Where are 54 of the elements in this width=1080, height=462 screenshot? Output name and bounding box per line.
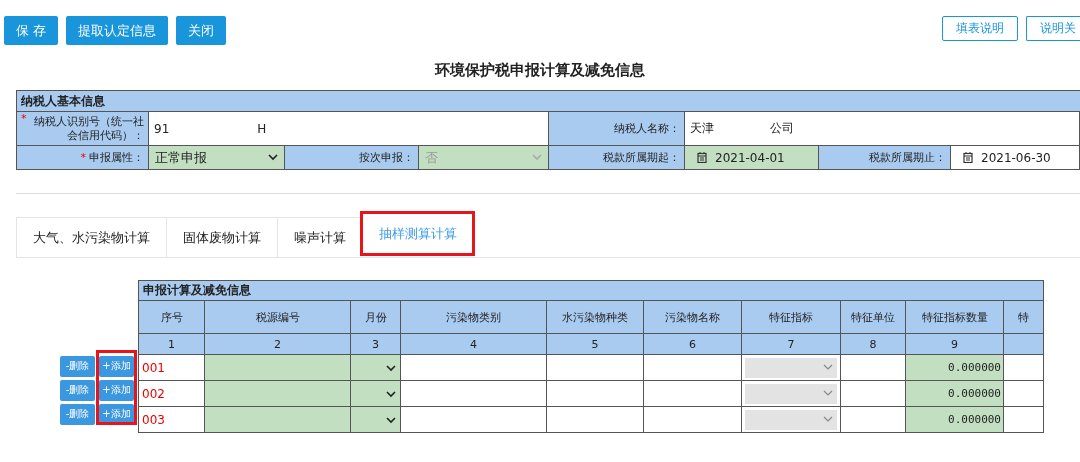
add-button[interactable]: +添加	[99, 379, 134, 401]
toolbar-button[interactable]: 提取认定信息	[66, 16, 169, 45]
chevron-icon	[823, 416, 833, 423]
input-field[interactable]	[204, 380, 351, 407]
chevron-icon	[268, 154, 278, 161]
column-header: 序号	[138, 300, 205, 334]
row-number: 002	[138, 380, 205, 407]
field-label: 税款所属期起：	[549, 146, 685, 169]
quantity-field[interactable]: 0.000000	[905, 380, 1004, 407]
section-heading: 申报计算及减免信息	[138, 280, 1044, 301]
delete-button[interactable]: -删除	[60, 403, 95, 425]
add-button[interactable]: +添加	[99, 403, 134, 425]
add-button[interactable]: +添加	[99, 355, 134, 377]
date-field[interactable]: 2021-04-01	[685, 146, 819, 169]
delete-button[interactable]: -删除	[60, 379, 95, 401]
tab[interactable]: 大气、水污染物计算	[16, 217, 166, 257]
chevron-icon	[386, 364, 396, 372]
row-number: 003	[138, 406, 205, 433]
column-header: 污染物类别	[400, 300, 547, 334]
tab[interactable]: 固体废物计算	[166, 217, 277, 257]
toolbar-button[interactable]: 关闭	[176, 16, 227, 45]
field-label: 纳税人名称：	[549, 112, 685, 145]
input-field[interactable]	[204, 354, 351, 381]
column-header: 特征指标数量	[905, 300, 1004, 334]
tab[interactable]: 抽样测算计算	[362, 213, 473, 254]
field-label: * 纳税人识别号（统一社会信用代码）：	[17, 112, 149, 145]
page-title: 环境保护税申报计算及减免信息	[433, 61, 646, 80]
delete-button[interactable]: -删除	[60, 355, 95, 377]
column-number: 1	[138, 333, 205, 355]
section-heading: 纳税人基本信息	[17, 91, 1080, 112]
chevron-icon	[532, 154, 542, 161]
chevron-icon	[386, 416, 396, 424]
column-header: 特征单位	[840, 300, 906, 334]
row-number: 001	[138, 354, 205, 381]
column-header: 月份	[350, 300, 401, 334]
declare-type-select[interactable]: 正常申报	[149, 146, 285, 169]
chevron-icon	[386, 390, 396, 398]
help-button[interactable]: 说明关	[1026, 16, 1080, 41]
input-field[interactable]	[204, 406, 351, 433]
toolbar-button[interactable]: 保 存	[4, 16, 59, 45]
field-label: * 申报属性：	[17, 146, 149, 169]
help-button[interactable]: 填表说明	[942, 16, 1018, 41]
chevron-icon	[823, 364, 833, 371]
column-header: 水污染物种类	[546, 300, 644, 334]
chevron-icon	[823, 390, 833, 397]
column-header: 特征指标	[741, 300, 841, 334]
column-header: 污染物名称	[643, 300, 742, 334]
column-header: 税源编号	[204, 300, 351, 334]
quantity-field[interactable]: 0.000000	[905, 406, 1004, 433]
calendar-icon	[697, 152, 707, 163]
field-label: 税款所属期止：	[819, 146, 951, 169]
calendar-icon	[963, 152, 973, 163]
field-label: 按次申报：	[285, 146, 419, 169]
quantity-field[interactable]: 0.000000	[905, 354, 1004, 381]
